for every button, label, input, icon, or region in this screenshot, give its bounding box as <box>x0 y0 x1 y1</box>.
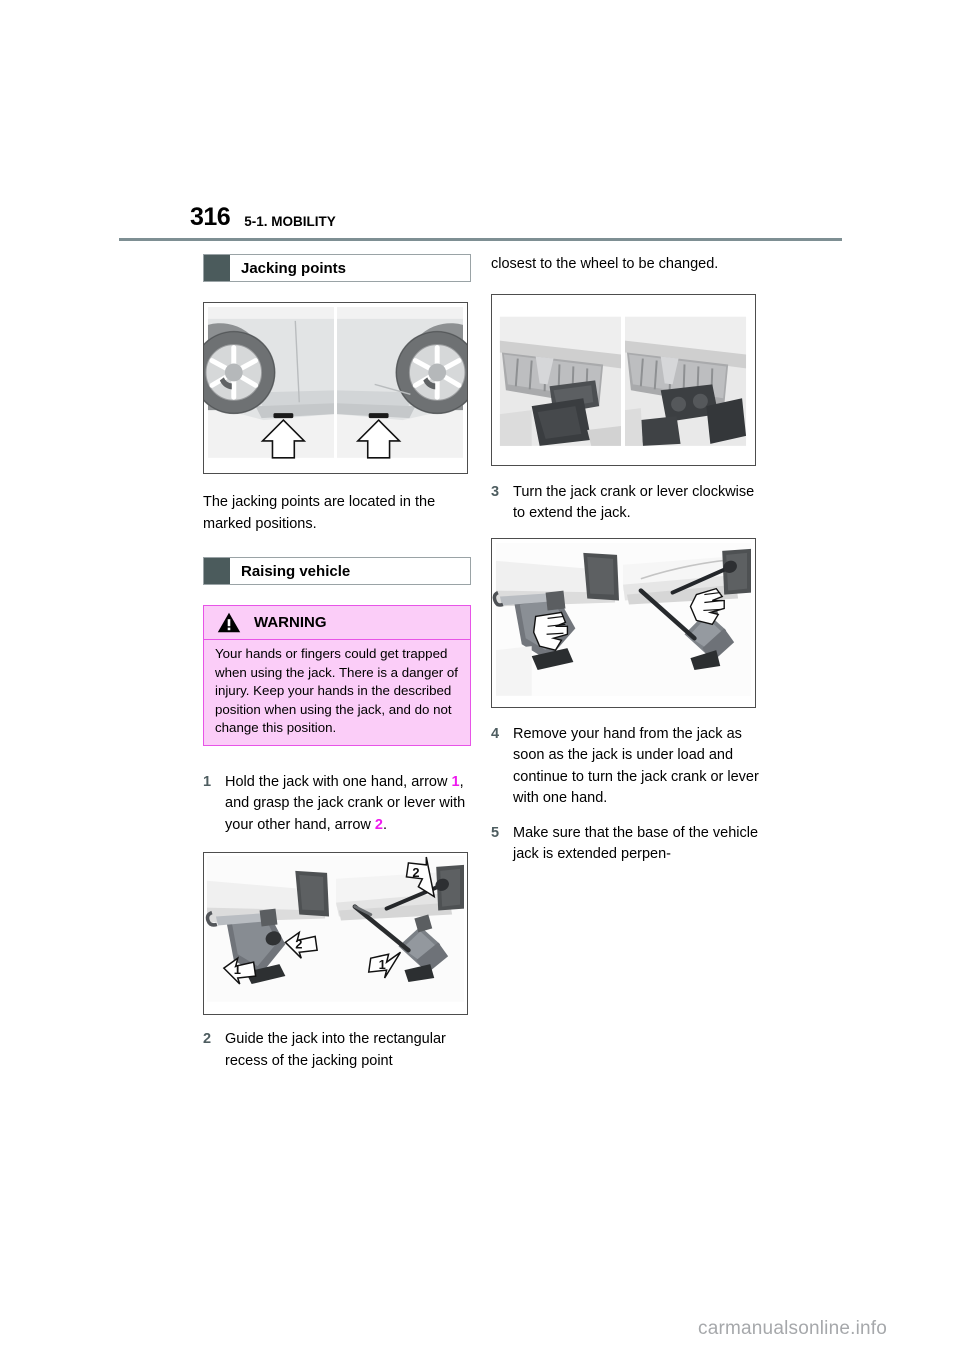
step-5: 5 Make sure that the base of the vehicle… <box>491 823 763 866</box>
warning-box: WARNING Your hands or fingers could get … <box>203 605 471 746</box>
warning-header: WARNING <box>204 606 470 640</box>
step-text: Turn the jack crank or lever clockwise t… <box>513 483 755 522</box>
step-text-part: . <box>383 816 388 833</box>
figure-jack-under-load <box>491 537 756 708</box>
step-3: 3 Turn the jack crank or lever clockwise… <box>491 482 763 525</box>
step-text: Hold the jack with one hand, arrow 1, an… <box>225 772 475 837</box>
left-column: Jacking points The jacking points are lo… <box>203 254 475 1085</box>
step-text: Make sure that the base of the vehicle j… <box>513 824 759 863</box>
section-marker-swatch <box>204 255 230 281</box>
arrow-reference-2: 2 <box>374 816 383 833</box>
step-text: Guide the jack into the rectangular rece… <box>225 1031 446 1069</box>
step-4: 4 Remove your hand from the jack as soon… <box>491 724 763 810</box>
section-header-jacking-points: Jacking points <box>203 254 471 282</box>
page-header: 316 5-1. MOBILITY <box>190 196 850 230</box>
jacking-points-illustration <box>204 303 467 473</box>
svg-text:2: 2 <box>295 937 302 952</box>
page-number: 316 <box>190 203 231 231</box>
svg-text:1: 1 <box>234 963 241 978</box>
svg-text:1: 1 <box>379 958 386 973</box>
section-marker-swatch <box>204 558 230 584</box>
jacking-point-closeup-illustration <box>492 294 755 465</box>
figure-jack-hand-positions: 2 1 2 1 <box>203 852 468 1016</box>
section-header-raising-vehicle: Raising vehicle <box>203 557 471 585</box>
jack-under-load-illustration <box>492 538 755 707</box>
warning-body: Your hands or fingers could get trapped … <box>204 640 470 745</box>
step-text-part: Hold the jack with one hand, arrow <box>225 773 452 790</box>
arrow-reference-1: 1 <box>451 773 460 790</box>
jack-hand-positions-illustration: 2 1 2 1 <box>204 853 467 1015</box>
step-number: 5 <box>491 824 500 841</box>
step-number: 3 <box>491 483 500 500</box>
step-1: 1 Hold the jack with one hand, arrow 1, … <box>203 772 475 837</box>
section-label: 5-1. MOBILITY <box>244 213 336 229</box>
step-number: 4 <box>491 725 500 742</box>
right-column: closest to the wheel to be changed. 3 Tu… <box>491 254 763 879</box>
warning-triangle-icon <box>217 612 241 633</box>
header-divider <box>119 238 842 241</box>
step-text: Remove your hand from the jack as soon a… <box>513 725 759 807</box>
paragraph-jacking-points: The jacking points are located in the ma… <box>203 494 436 532</box>
section-title-text: Jacking points <box>241 259 347 277</box>
paragraph-continued: closest to the wheel to be changed. <box>491 256 719 272</box>
step-number: 2 <box>203 1031 212 1048</box>
section-title-text: Raising vehicle <box>241 562 351 580</box>
svg-text:2: 2 <box>412 865 419 880</box>
warning-title: WARNING <box>254 614 327 631</box>
step-2: 2 Guide the jack into the rectangular re… <box>203 1029 475 1072</box>
footer-watermark: carmanualsonline.info <box>698 1318 888 1339</box>
step-number: 1 <box>203 773 212 790</box>
figure-jacking-point-locations <box>203 302 468 474</box>
figure-jacking-point-closeup <box>491 293 756 466</box>
